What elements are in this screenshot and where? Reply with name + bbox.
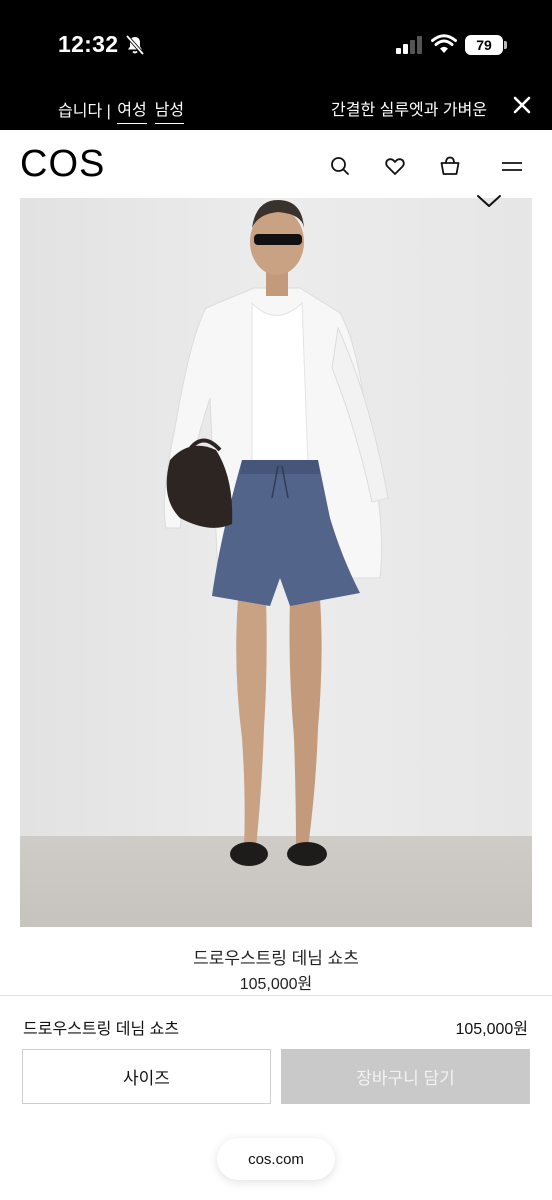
product-price: 105,000원 (239, 976, 313, 993)
banner-link-men[interactable]: 남성 (154, 96, 185, 124)
battery-icon: 79 (465, 35, 503, 55)
product-photo (20, 198, 532, 927)
promo-banner: 습니다 | 여성 남성 간결한 실루엣과 가벼운 (0, 88, 552, 130)
search-icon[interactable] (328, 154, 352, 178)
cos-logo[interactable]: COS (20, 143, 105, 186)
banner-prefix-text: 습니다 | (58, 102, 116, 120)
chevron-down-icon[interactable] (470, 188, 508, 216)
banner-message: 간결한 실루엣과 가벼운 (331, 102, 488, 119)
banner-link-women[interactable]: 여성 (117, 96, 147, 124)
wifi-icon (431, 34, 457, 53)
status-time: 12:32 (58, 31, 119, 57)
size-select-button[interactable]: 사이즈 (22, 1049, 271, 1104)
divider (0, 995, 552, 996)
bell-slash-icon (125, 34, 145, 56)
product-title: 드로우스트링 데님 쇼츠 (193, 949, 359, 968)
browser-url-pill[interactable]: cos.com (217, 1138, 335, 1180)
add-to-cart-button[interactable]: 장바구니 담기 (281, 1049, 530, 1104)
signal-icon (396, 36, 422, 54)
product-image[interactable] (20, 198, 532, 927)
bag-icon[interactable] (438, 154, 462, 178)
close-icon[interactable] (511, 94, 533, 116)
battery-tip (504, 41, 507, 49)
banner-spacer (149, 109, 153, 112)
status-bar: 12:32 79 (0, 0, 552, 88)
banner-nav: 습니다 | 여성 남성 (58, 96, 185, 124)
purchase-bar-product-name: 드로우스트링 데님 쇼츠 (23, 1021, 180, 1038)
menu-icon[interactable] (500, 154, 524, 178)
purchase-bar-price: 105,000원 (455, 1021, 528, 1038)
floor (20, 836, 532, 927)
heart-icon[interactable] (383, 154, 407, 178)
